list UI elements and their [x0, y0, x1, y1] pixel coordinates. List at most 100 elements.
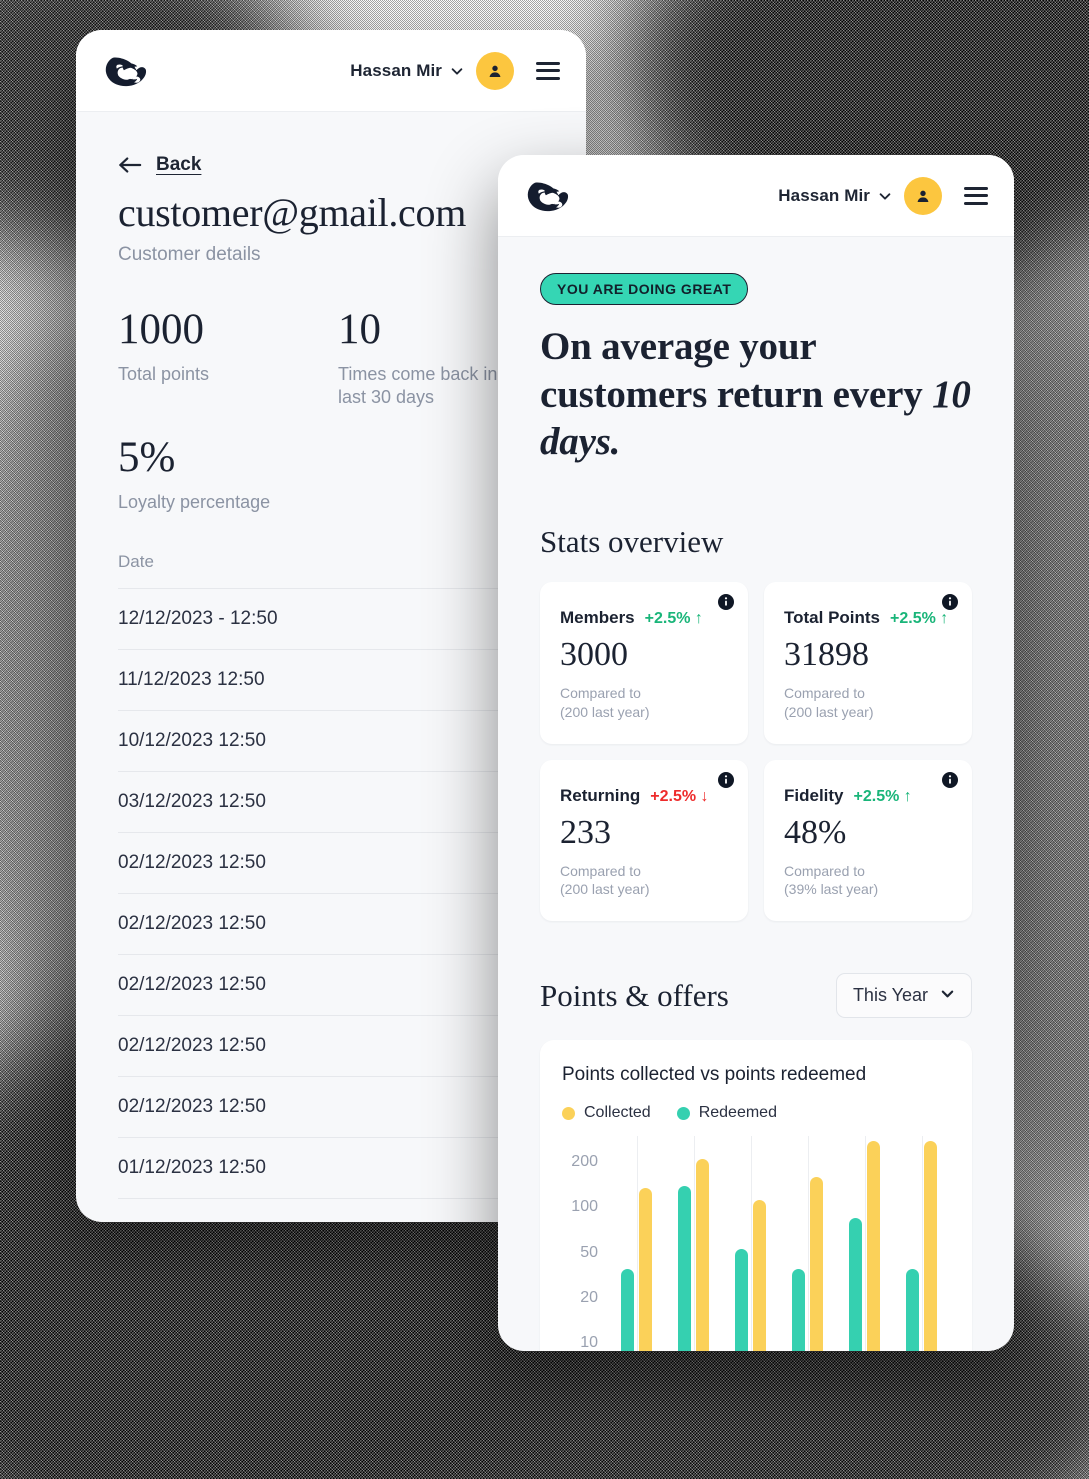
table-body: 12/12/2023 - 12:50-100 Redeemed11/12/202…: [118, 589, 586, 1200]
table-cell-date: 02/12/2023 12:50: [118, 974, 266, 996]
points-section-title: Points & offers: [540, 977, 729, 1013]
table-cell-date: 02/12/2023 12:50: [118, 852, 266, 874]
bar-collected: [696, 1158, 709, 1351]
bar-redeemed: [906, 1268, 919, 1351]
chart-bar-group: [621, 1136, 652, 1351]
y-axis-tick: 20: [580, 1288, 598, 1306]
bar-redeemed: [735, 1249, 748, 1351]
bar-collected: [924, 1140, 937, 1351]
user-avatar-icon[interactable]: [904, 176, 942, 215]
stat-card-total-points[interactable]: Total Points +2.5% ↑ 31898 Compared to (200…: [764, 581, 972, 744]
table-header: Date Action: [118, 552, 586, 590]
chart-y-axis: 0102050100200: [562, 1136, 608, 1351]
kpi-label: Total points: [118, 364, 210, 384]
stat-card-delta: +2.5% ↑: [853, 787, 912, 805]
stat-card-delta: +2.5% ↑: [644, 609, 703, 627]
chart-legend: Collected Redeemed: [562, 1104, 950, 1122]
kpi-value: 5%: [118, 433, 176, 481]
screenshot-stage: Hassan Mir Back customer@gmail.com Custo…: [0, 0, 1089, 1479]
stat-card-value: 233: [560, 813, 611, 851]
table-cell-date: 11/12/2023 12:50: [118, 669, 265, 691]
legend-label: Collected: [584, 1104, 651, 1122]
stat-card-delta: +2.5% ↓: [650, 787, 709, 805]
bar-collected: [753, 1199, 766, 1351]
stat-card-delta: +2.5% ↑: [890, 609, 949, 627]
dashboard-screen: Hassan Mir YOU ARE DOING GREAT On averag…: [498, 155, 1014, 1351]
stat-card-value: 3000: [560, 635, 628, 673]
info-icon[interactable]: [942, 593, 958, 610]
period-select-value: This Year: [852, 985, 928, 1006]
stat-card-returning[interactable]: Returning +2.5% ↓ 233 Compared to (200 last…: [540, 759, 748, 922]
table-row[interactable]: 02/12/2023 12:50+5 points: [118, 1077, 586, 1139]
table-row[interactable]: 02/12/2023 12:50+5 points: [118, 833, 586, 895]
chart-title: Points collected vs points redeemed: [562, 1064, 867, 1086]
hero-prefix: On average your customers return every: [540, 325, 933, 416]
bar-collected: [867, 1140, 880, 1351]
period-select[interactable]: This Year: [835, 973, 972, 1019]
kpi-grid: 1000 Total points 10 Times come back in …: [118, 308, 544, 514]
app-header-back: Hassan Mir: [76, 30, 586, 112]
legend-color-dot: [676, 1106, 690, 1120]
bar-redeemed: [621, 1268, 634, 1351]
table-row[interactable]: 02/12/2023 12:50+5 points: [118, 955, 586, 1017]
table-cell-date: 10/12/2023 12:50: [118, 730, 266, 752]
table-row[interactable]: 03/12/2023 12:50+5 points: [118, 772, 586, 834]
bar-collected: [639, 1187, 652, 1351]
points-offers-header: Points & offers This Year: [540, 973, 972, 1019]
page-title: customer@gmail.com: [118, 190, 467, 235]
stats-section-title: Stats overview: [540, 523, 724, 559]
chevron-down-icon[interactable]: [450, 64, 464, 78]
bar-redeemed: [792, 1268, 805, 1351]
info-icon[interactable]: [718, 771, 734, 788]
stat-card-name: Fidelity: [784, 785, 844, 805]
stat-card-members[interactable]: Members +2.5% ↑ 3000 Compared to (200 last …: [540, 581, 748, 744]
chevron-down-icon[interactable]: [878, 189, 892, 203]
info-icon[interactable]: [718, 593, 734, 610]
status-badge: YOU ARE DOING GREAT: [540, 273, 749, 305]
chevron-down-icon: [940, 985, 955, 1006]
stat-card-name: Total Points: [784, 607, 881, 627]
chart-plot: 0102050100200 MayJunJulAugSepOct: [562, 1136, 950, 1351]
column-header-date: Date: [118, 552, 154, 572]
table-row[interactable]: 10/12/2023 12:50+5 points: [118, 711, 586, 773]
chart-bar-group: [906, 1136, 937, 1351]
arrow-left-icon: [118, 156, 142, 174]
user-name-front[interactable]: Hassan Mir: [778, 186, 870, 206]
table-cell-date: 01/12/2023 12:50: [118, 1157, 266, 1179]
dog-head-sunglasses-logo[interactable]: [524, 173, 574, 219]
y-axis-tick: 200: [571, 1153, 598, 1171]
stat-card-name: Members: [560, 607, 635, 627]
table-row[interactable]: 01/12/2023 12:50Joined: [118, 1138, 586, 1200]
app-header-front: Hassan Mir: [498, 155, 1014, 237]
kpi-loyalty-percentage: 5% Loyalty percentage: [118, 436, 338, 514]
info-icon[interactable]: [942, 771, 958, 788]
page-subtitle: Customer details: [118, 244, 261, 265]
table-row[interactable]: 12/12/2023 - 12:50-100 Redeemed: [118, 589, 586, 651]
stat-card-fidelity[interactable]: Fidelity +2.5% ↑ 48% Compared to (39% last …: [764, 759, 972, 922]
y-axis-tick: 50: [580, 1243, 598, 1261]
user-name-back[interactable]: Hassan Mir: [350, 61, 442, 81]
legend-item: Redeemed: [676, 1104, 777, 1122]
stat-card-comparison: Compared to (200 last year): [560, 862, 650, 898]
table-cell-date: 02/12/2023 12:50: [118, 1035, 266, 1057]
hamburger-menu-icon[interactable]: [536, 61, 560, 80]
table-cell-date: 12/12/2023 - 12:50: [118, 608, 278, 630]
stat-card-grid: Members +2.5% ↑ 3000 Compared to (200 last …: [540, 581, 972, 922]
hamburger-menu-icon[interactable]: [964, 186, 988, 205]
back-button[interactable]: Back: [118, 154, 544, 176]
bar-redeemed: [678, 1186, 691, 1351]
y-axis-tick: 10: [580, 1334, 598, 1351]
legend-color-dot: [562, 1106, 575, 1120]
table-row[interactable]: 02/12/2023 12:50+5 points: [118, 1016, 586, 1078]
kpi-value: 1000: [118, 306, 204, 353]
user-avatar-icon[interactable]: [476, 51, 514, 90]
table-row[interactable]: 11/12/2023 12:50+5 points: [118, 650, 586, 712]
table-row[interactable]: 02/12/2023 12:50+5 points: [118, 894, 586, 956]
dog-head-sunglasses-logo[interactable]: [102, 48, 152, 94]
hero-headline: On average your customers return every 1…: [540, 323, 972, 466]
legend-label: Redeemed: [698, 1104, 777, 1122]
stat-card-comparison: Compared to (200 last year): [784, 684, 874, 720]
stats-overview-section: Stats overview: [540, 524, 972, 560]
kpi-label: Loyalty percentage: [118, 491, 271, 512]
stat-card-comparison: Compared to (200 last year): [560, 684, 650, 720]
